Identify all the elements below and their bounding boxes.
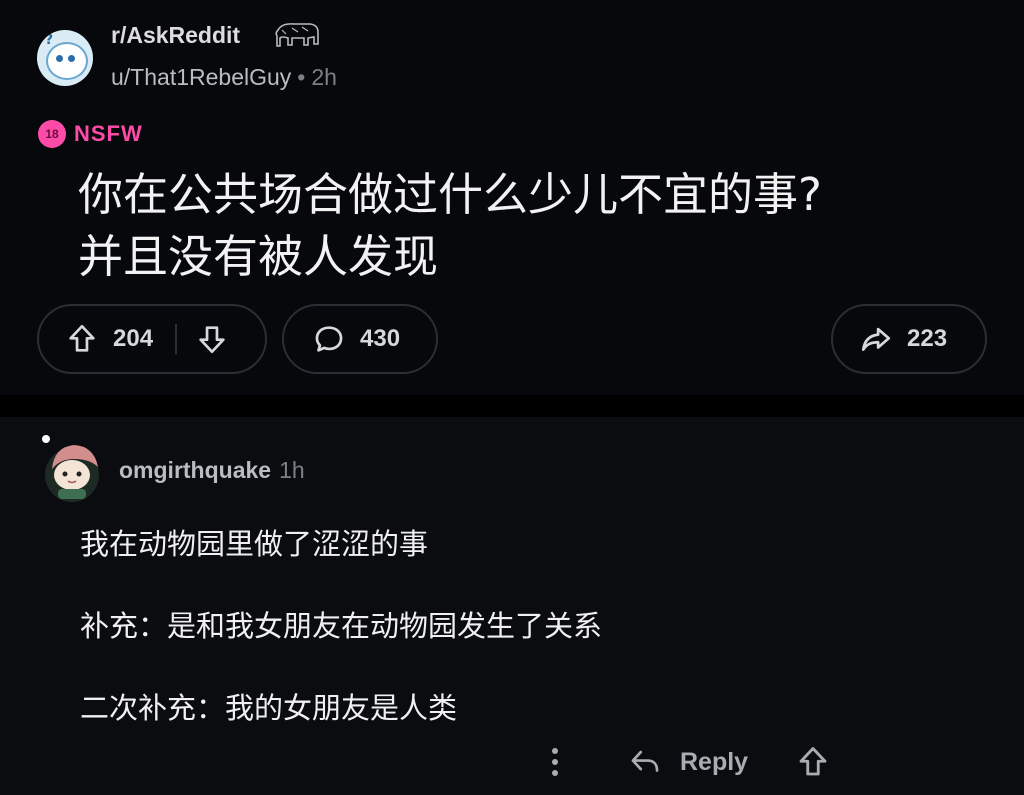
share-button[interactable]: 223: [831, 304, 987, 374]
separator-dot: •: [297, 64, 306, 90]
comment-line-1: 我在动物园里做了涩涩的事: [80, 527, 429, 561]
post-card: ? r/AskReddit u/That1RebelGuy • 2h 18 NSFW…: [0, 0, 1024, 395]
comment-card: omgirthquake 1h 我在动物园里做了涩涩的事 补充：是和我女朋友在动物…: [0, 417, 1024, 795]
comment-author-line: omgirthquake 1h: [119, 457, 305, 484]
comment-count: 430: [360, 325, 401, 352]
subreddit-avatar-icon[interactable]: ?: [37, 30, 93, 86]
reply-button[interactable]: Reply: [626, 741, 748, 783]
arrow-up-icon: [799, 747, 827, 776]
nsfw-tag: 18 NSFW: [38, 120, 143, 148]
post-title[interactable]: 你在公共场合做过什么少儿不宜的事? 并且没有被人发现: [78, 164, 978, 288]
upvote-count: 204: [113, 325, 154, 352]
subreddit-name[interactable]: r/AskReddit: [111, 22, 240, 49]
arrow-up-icon[interactable]: [65, 322, 99, 356]
section-divider: [0, 395, 1024, 417]
comment-line-2: 补充：是和我女朋友在动物园发生了关系: [80, 609, 603, 643]
user-avatar-icon[interactable]: [40, 429, 104, 509]
vertical-dots-icon: [552, 748, 558, 776]
comment-upvote-button[interactable]: [795, 741, 831, 783]
speech-bubble-icon: [315, 326, 343, 352]
reply-arrow-icon: [631, 750, 659, 772]
post-title-line-1: 你在公共场合做过什么少儿不宜的事?: [78, 168, 822, 221]
comments-button[interactable]: 430: [282, 304, 438, 374]
more-options-button[interactable]: [540, 741, 570, 783]
comment-line-3: 二次补充：我的女朋友是人类: [80, 691, 458, 725]
post-author-line: u/That1RebelGuy • 2h: [111, 64, 337, 91]
nsfw-label: NSFW: [74, 121, 143, 146]
post-age: 2h: [311, 64, 337, 90]
age-18-icon: 18: [38, 120, 66, 148]
share-arrow-icon: [861, 327, 891, 351]
author-link[interactable]: u/That1RebelGuy: [111, 64, 291, 90]
arrow-down-icon[interactable]: [195, 322, 229, 356]
comment-author[interactable]: omgirthquake: [119, 457, 271, 483]
post-title-line-2: 并且没有被人发现: [78, 230, 439, 283]
vote-bar: 204: [37, 304, 267, 374]
elephant-icon: [275, 23, 319, 47]
share-count: 223: [907, 325, 948, 352]
vote-divider: [175, 324, 178, 354]
comment-age: 1h: [279, 457, 305, 483]
reply-label: Reply: [680, 747, 749, 776]
